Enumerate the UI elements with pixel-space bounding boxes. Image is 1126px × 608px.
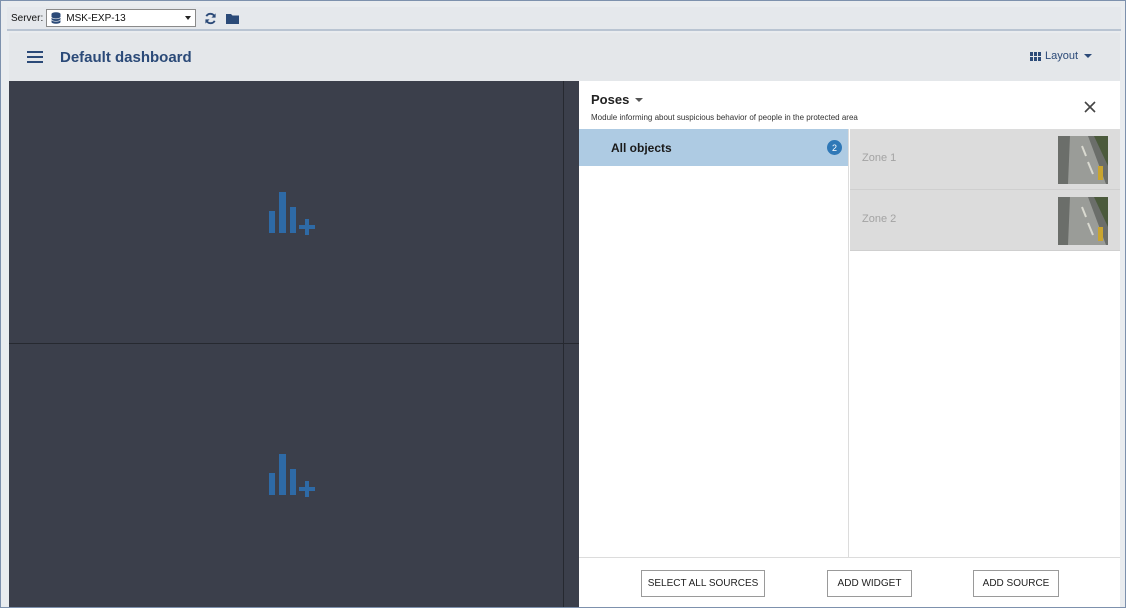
zone-item[interactable]: Zone 2 (850, 190, 1120, 251)
count-badge: 2 (827, 140, 842, 155)
add-source-button[interactable]: ADD SOURCE (973, 570, 1059, 597)
select-all-sources-button[interactable]: SELECT ALL SOURCES (641, 570, 765, 597)
zone-list: Zone 1 Zone 2 (850, 129, 1120, 557)
refresh-icon[interactable] (202, 10, 218, 26)
grid-divider-horizontal (9, 343, 579, 344)
zone-item[interactable]: Zone 1 (850, 129, 1120, 190)
object-list: All objects 2 (579, 129, 849, 557)
add-widget-button[interactable]: ADD WIDGET (827, 570, 912, 597)
chevron-down-icon (185, 16, 192, 20)
zone-label: Zone 2 (862, 213, 897, 225)
server-label: Server: (11, 12, 44, 24)
server-bar: Server: MSK-EXP-13 (7, 7, 1121, 31)
layout-label: Layout (1044, 50, 1078, 62)
page-title: Default dashboard (60, 48, 192, 66)
camera-thumbnail (1058, 197, 1108, 245)
folder-icon[interactable] (224, 10, 240, 26)
zone-label: Zone 1 (862, 152, 897, 164)
close-icon[interactable] (1083, 100, 1097, 114)
module-title: Poses (591, 92, 630, 107)
module-select[interactable]: Poses (591, 92, 644, 107)
grid-icon (1029, 51, 1041, 61)
camera-thumbnail (1058, 136, 1108, 184)
list-item-all-objects[interactable]: All objects 2 (579, 129, 848, 166)
chevron-down-icon (635, 97, 644, 102)
server-select[interactable]: MSK-EXP-13 (46, 9, 197, 27)
dashboard-header: Default dashboard Layout (9, 33, 1120, 81)
panel-footer: SELECT ALL SOURCES ADD WIDGET ADD SOURCE (579, 557, 1120, 607)
module-description: Module informing about suspicious behavi… (591, 113, 858, 122)
widget-panel: Poses Module informing about suspicious … (579, 81, 1120, 607)
add-widget-chart-icon[interactable] (267, 189, 319, 241)
server-select-value: MSK-EXP-13 (66, 12, 126, 24)
chevron-down-icon (1084, 54, 1092, 58)
dashboard-grid (9, 81, 579, 607)
app-window: Server: MSK-EXP-13 Default dashboard Lay… (0, 0, 1126, 608)
add-widget-chart-icon[interactable] (267, 451, 319, 503)
grid-divider-vertical (563, 81, 564, 607)
list-item-label: All objects (611, 140, 672, 155)
hamburger-menu-icon[interactable] (27, 51, 43, 63)
layout-button[interactable]: Layout (1029, 50, 1092, 62)
database-icon (51, 12, 62, 24)
